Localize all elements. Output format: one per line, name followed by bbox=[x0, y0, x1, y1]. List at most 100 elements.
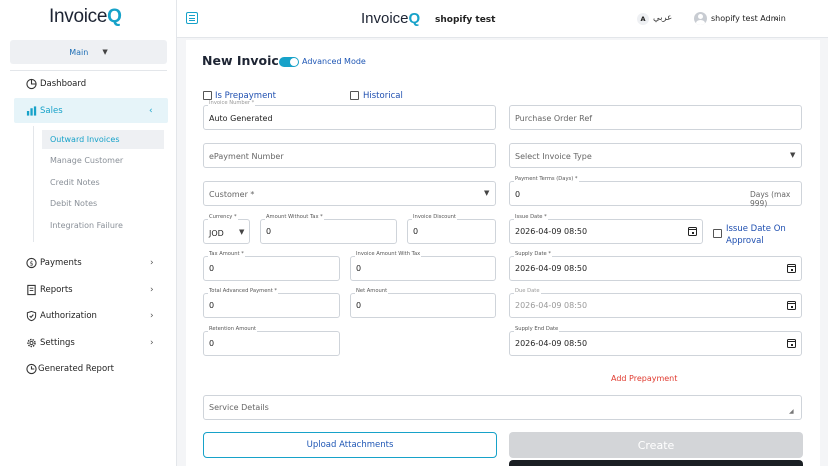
customer-select[interactable]: Customer * ▼ bbox=[203, 181, 496, 206]
field-value: 0 bbox=[266, 227, 272, 236]
epayment-number-input[interactable]: ePayment Number bbox=[203, 143, 496, 168]
field-value: 0 bbox=[356, 264, 362, 273]
field-placeholder: Select Invoice Type bbox=[515, 152, 592, 161]
sidebar-item-sales[interactable]: Sales ‹ bbox=[14, 98, 168, 123]
sidebar-item-label: Sales bbox=[40, 105, 63, 116]
supply-end-date-input[interactable]: Supply End Date 2026-04-09 08:50 bbox=[509, 326, 802, 356]
historical-label: Historical bbox=[363, 91, 403, 101]
currency-select[interactable]: Currency * JOD ▼ bbox=[203, 214, 250, 244]
submenu-line bbox=[33, 126, 34, 242]
field-value: 2026-04-09 08:50 bbox=[515, 227, 588, 236]
amount-without-tax-input[interactable]: Amount Without Tax * 0 bbox=[260, 214, 397, 244]
upload-attachments-button[interactable]: Upload Attachments bbox=[203, 432, 497, 458]
store-name: shopify test bbox=[435, 15, 496, 25]
sidebar: InvoiceQ Main ▼ Dashboard Sales ‹ Outwar… bbox=[0, 0, 177, 466]
field-suffix: Days (max 999) bbox=[750, 190, 791, 208]
field-label: Net Amount bbox=[355, 288, 389, 294]
language-switch[interactable]: عربي bbox=[653, 13, 672, 23]
user-avatar[interactable] bbox=[694, 12, 707, 25]
due-date-input[interactable]: Due Date 2026-04-09 08:50 bbox=[509, 288, 802, 318]
calendar-icon[interactable] bbox=[688, 227, 697, 236]
field-label: Total Advanced Payment * bbox=[208, 288, 278, 294]
language-badge[interactable]: A bbox=[637, 13, 649, 25]
field-value: 0 bbox=[209, 301, 215, 310]
calendar-icon[interactable] bbox=[787, 339, 796, 348]
menu-toggle-button[interactable] bbox=[186, 12, 198, 24]
caret-down-icon: ▼ bbox=[239, 228, 245, 236]
field-label: Invoice Number * bbox=[208, 100, 256, 106]
net-amount-input[interactable]: Net Amount 0 bbox=[350, 288, 496, 318]
sidebar-item-settings[interactable]: Settings › bbox=[0, 335, 177, 351]
chevron-right-icon: › bbox=[150, 285, 154, 295]
field-value: 2026-04-09 08:50 bbox=[515, 339, 588, 348]
purchase-order-ref-input[interactable]: Purchase Order Ref bbox=[509, 105, 802, 130]
sidebar-item-label: Payments bbox=[40, 258, 82, 268]
create-button[interactable]: Create bbox=[509, 432, 803, 458]
main-selector-label: Main bbox=[69, 47, 89, 57]
submenu-debit-notes[interactable]: Debit Notes bbox=[42, 194, 164, 213]
advanced-mode-toggle[interactable] bbox=[279, 57, 299, 67]
invoice-amount-with-tax-input[interactable]: Invoice Amount With Tax 0 bbox=[350, 251, 496, 281]
payments-icon: $ bbox=[26, 257, 37, 269]
field-label: Tax Amount * bbox=[208, 251, 245, 257]
field-value: 0 bbox=[356, 301, 362, 310]
payment-terms-input[interactable]: Payment Terms (Days) * 0 Days (max 999) bbox=[509, 176, 802, 208]
service-details-textarea[interactable]: Service Details bbox=[203, 395, 802, 420]
invoice-number-field[interactable]: Invoice Number * Auto Generated bbox=[203, 100, 496, 130]
field-label: Issue Date * bbox=[514, 214, 548, 220]
sidebar-item-reports[interactable]: Reports › bbox=[0, 282, 177, 298]
issue-date-input[interactable]: Issue Date * 2026-04-09 08:50 bbox=[509, 214, 703, 244]
chevron-right-icon: › bbox=[150, 338, 154, 348]
field-label: Supply Date * bbox=[514, 251, 552, 257]
field-label: Invoice Amount With Tax bbox=[355, 251, 422, 257]
chevron-down-icon[interactable]: ⌄ bbox=[773, 13, 780, 22]
issue-date-on-approval-checkbox[interactable] bbox=[713, 229, 722, 238]
tax-amount-input[interactable]: Tax Amount * 0 bbox=[203, 251, 340, 281]
submenu-credit-notes[interactable]: Credit Notes bbox=[42, 173, 164, 192]
field-label: Currency * bbox=[208, 214, 238, 220]
retention-amount-input[interactable]: Retention Amount 0 bbox=[203, 326, 340, 356]
chevron-left-icon: ‹ bbox=[149, 105, 153, 116]
bottom-dark-bar bbox=[509, 460, 803, 466]
supply-date-input[interactable]: Supply Date * 2026-04-09 08:50 bbox=[509, 251, 802, 281]
sidebar-item-dashboard[interactable]: Dashboard bbox=[0, 76, 177, 92]
invoice-discount-input[interactable]: Invoice Discount 0 bbox=[407, 214, 496, 244]
historical-checkbox[interactable] bbox=[350, 91, 359, 100]
sidebar-item-label: Generated Report bbox=[38, 364, 114, 374]
sidebar-item-label: Reports bbox=[40, 285, 73, 295]
add-prepayment-link[interactable]: Add Prepayment bbox=[611, 374, 677, 383]
sidebar-item-label: Dashboard bbox=[40, 79, 87, 89]
field-label: Retention Amount bbox=[208, 326, 258, 332]
submenu-integration-failure[interactable]: Integration Failure bbox=[42, 216, 164, 235]
chevron-right-icon: › bbox=[150, 258, 154, 268]
submenu-manage-customer[interactable]: Manage Customer bbox=[42, 151, 164, 170]
invoice-type-select[interactable]: Select Invoice Type ▼ bbox=[509, 143, 802, 168]
sidebar-item-authorization[interactable]: Authorization › bbox=[0, 308, 177, 324]
calendar-icon[interactable] bbox=[787, 301, 796, 310]
chevron-right-icon: › bbox=[150, 311, 154, 321]
caret-down-icon: ▼ bbox=[102, 48, 108, 56]
top-bar: InvoiceQ shopify test A عربي shopify tes… bbox=[177, 0, 828, 38]
resize-handle-icon[interactable]: ◢ bbox=[789, 408, 794, 415]
submenu-outward-invoices[interactable]: Outward Invoices bbox=[42, 130, 164, 149]
is-prepayment-checkbox[interactable] bbox=[203, 91, 212, 100]
field-value: 0 bbox=[413, 227, 419, 236]
field-value: 0 bbox=[209, 339, 215, 348]
calendar-icon[interactable] bbox=[787, 264, 796, 273]
field-placeholder: ePayment Number bbox=[209, 152, 284, 161]
sidebar-item-payments[interactable]: $ Payments › bbox=[0, 255, 177, 271]
field-label: Payment Terms (Days) * bbox=[514, 176, 579, 182]
sidebar-item-generated-report[interactable]: Generated Report bbox=[0, 361, 177, 377]
main-selector[interactable]: Main ▼ bbox=[10, 40, 167, 64]
caret-down-icon: ▼ bbox=[790, 151, 796, 159]
advanced-mode-label: Advanced Mode bbox=[302, 57, 366, 66]
field-value: Auto Generated bbox=[209, 114, 273, 123]
gear-icon bbox=[27, 338, 36, 348]
issue-date-on-approval-label: Issue Date On Approval bbox=[726, 224, 786, 246]
shield-check-icon bbox=[26, 310, 37, 322]
app-logo[interactable]: InvoiceQ bbox=[49, 6, 122, 28]
total-advanced-payment-input[interactable]: Total Advanced Payment * 0 bbox=[203, 288, 340, 318]
field-label: Amount Without Tax * bbox=[265, 214, 324, 220]
svg-text:$: $ bbox=[29, 259, 33, 267]
sales-chart-icon bbox=[26, 105, 37, 116]
